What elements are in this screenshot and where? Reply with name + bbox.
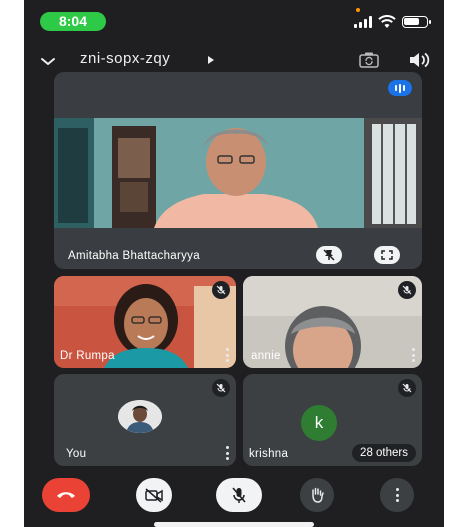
play-arrow-icon[interactable] [208,56,214,64]
audio-level-icon [388,80,412,96]
mic-off-icon [216,285,226,295]
mic-off-icon [402,383,412,393]
camera-toggle-button[interactable] [136,478,172,512]
avatar [118,400,162,433]
signal-icon [354,16,372,28]
fullscreen-button[interactable] [374,246,400,264]
chevron-down-icon[interactable] [38,52,58,72]
participant-name: You [66,448,87,460]
participant-tile[interactable]: Dr Rumpa [54,276,236,368]
raise-hand-button[interactable] [300,478,334,512]
pin-off-icon [323,249,335,261]
participant-name: Amitabha Bhattacharyya [68,250,200,262]
wifi-icon [378,15,396,28]
participant-tile[interactable]: You [54,374,236,466]
participant-name: krishna [249,448,289,460]
more-vert-icon[interactable] [224,348,230,362]
end-call-icon [57,492,75,498]
participant-tile[interactable]: annie [243,276,422,368]
more-vert-icon[interactable] [410,348,416,362]
mute-indicator [398,379,416,397]
meeting-code[interactable]: zni-sopx-zqy [80,50,170,67]
switch-camera-icon[interactable] [358,51,380,69]
mute-indicator [212,281,230,299]
others-count-badge[interactable]: 28 others [352,444,416,462]
fullscreen-icon [381,250,393,260]
main-participant-tile[interactable]: Amitabha Bhattacharyya [54,72,422,269]
status-time[interactable]: 8:04 [40,12,106,31]
mic-off-icon [402,285,412,295]
status-bar: 8:04 [24,0,444,46]
participant-name: annie [251,350,281,362]
end-call-button[interactable] [42,478,90,512]
battery-icon [402,16,431,28]
call-controls [24,478,444,518]
avatar: k [301,405,337,441]
mute-indicator [212,379,230,397]
more-options-button[interactable] [380,478,414,512]
more-vert-icon[interactable] [224,446,230,460]
more-vert-icon [394,488,400,502]
mic-toggle-button[interactable] [216,478,262,512]
participant-video [54,118,422,228]
phone-screen: 8:04 zni-sopx-zqy Amitabha Bhattacharyya… [24,0,444,527]
speaker-icon[interactable] [408,51,430,69]
home-indicator [154,522,314,527]
raise-hand-icon [312,487,324,503]
mute-indicator [398,281,416,299]
participant-name: Dr Rumpa [60,350,115,362]
mic-off-icon [232,487,246,503]
video-off-icon [145,488,163,503]
participant-tile[interactable]: k krishna 28 others [243,374,422,466]
status-icons [354,12,431,32]
pin-off-button[interactable] [316,246,342,264]
mic-off-icon [216,383,226,393]
